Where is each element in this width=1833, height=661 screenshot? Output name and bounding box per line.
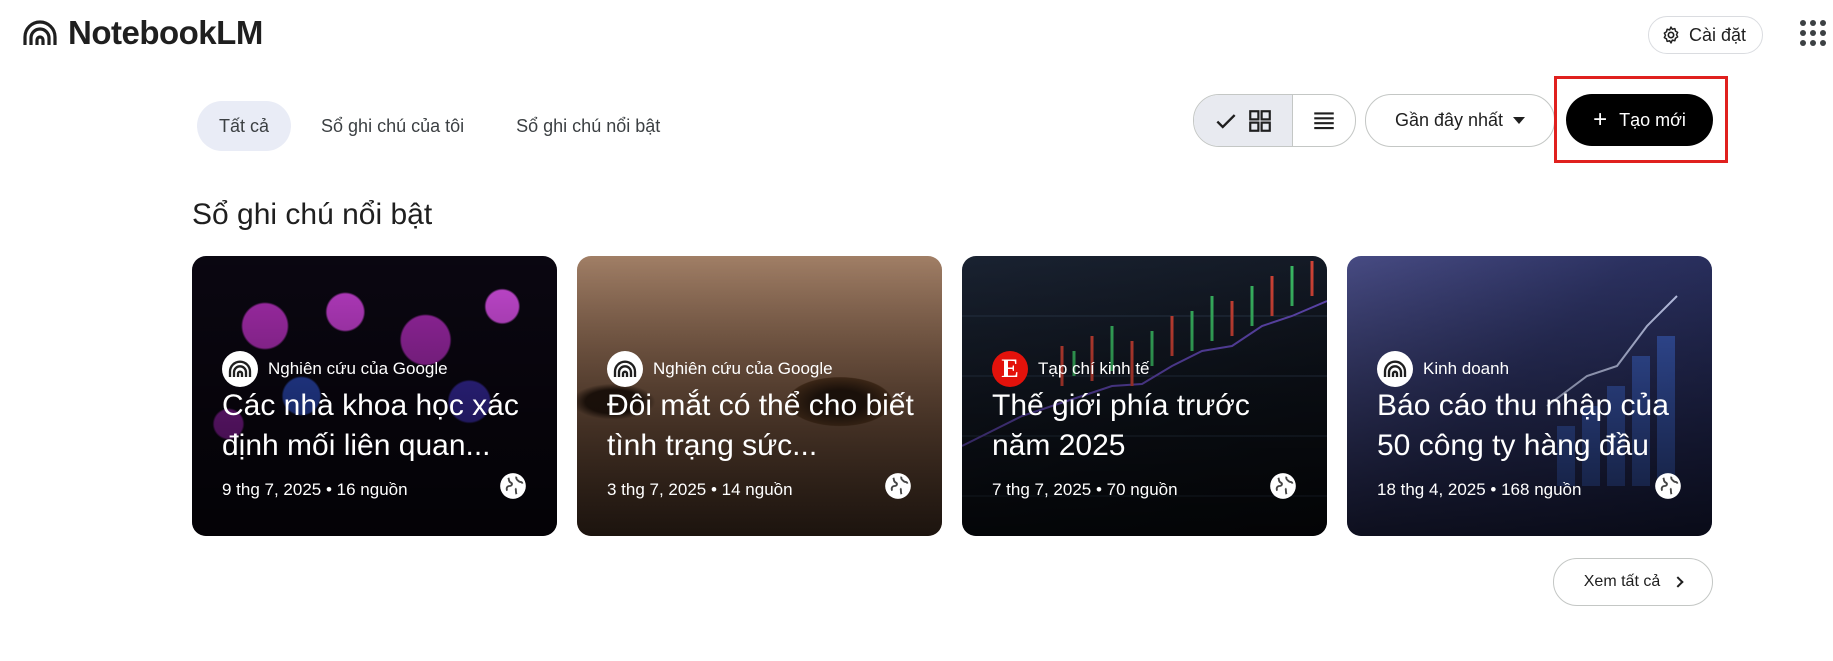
card-title: Đôi mắt có thể cho biết tình trạng sức..… — [607, 389, 914, 462]
chevron-right-icon — [1672, 576, 1684, 588]
notebook-card[interactable]: Nghiên cứu của Google Đôi mắt có thể cho… — [577, 256, 942, 536]
source-avatar: E — [992, 351, 1028, 387]
source-name: Nghiên cứu của Google — [268, 359, 448, 378]
tab-my-notebooks[interactable]: Sổ ghi chú của tôi — [299, 101, 486, 151]
settings-label: Cài đặt — [1689, 24, 1747, 45]
notebook-card[interactable]: E Tạp chí kinh tế Thế giới phía trước nă… — [962, 256, 1327, 536]
card-title: Thế giới phía trước năm 2025 — [992, 389, 1250, 462]
globe-icon — [885, 473, 911, 499]
notebooklm-logo-icon — [23, 20, 57, 45]
create-label: Tạo mới — [1619, 109, 1686, 130]
list-icon — [1314, 111, 1334, 129]
app-title: NotebookLM — [68, 14, 263, 51]
card-title: Các nhà khoa học xác định mối liên quan.… — [222, 389, 519, 462]
sort-label: Gần đây nhất — [1394, 110, 1504, 130]
grid-icon — [1249, 109, 1272, 132]
notebook-card[interactable]: Kinh doanh Báo cáo thu nhập của 50 công … — [1347, 256, 1712, 536]
globe-icon — [500, 473, 526, 499]
sort-dropdown[interactable]: Gần đây nhất — [1365, 94, 1555, 147]
source-name: Tạp chí kinh tế — [1038, 359, 1150, 378]
source-avatar — [1377, 351, 1413, 387]
notebooklm-logo-icon — [1383, 360, 1407, 377]
apps-grid-icon[interactable] — [1800, 20, 1826, 46]
card-meta: 9 thg 7, 2025 • 16 nguồn — [222, 480, 408, 499]
tab-all[interactable]: Tất cả — [197, 101, 292, 151]
card-source: Nghiên cứu của Google — [607, 351, 833, 387]
card-meta: 3 thg 7, 2025 • 14 nguồn — [607, 480, 793, 499]
card-meta: 18 thg 4, 2025 • 168 nguồn — [1377, 480, 1582, 499]
source-name: Nghiên cứu của Google — [653, 359, 833, 378]
card-meta: 7 thg 7, 2025 • 70 nguồn — [992, 480, 1178, 499]
settings-button[interactable]: Cài đặt — [1648, 16, 1764, 54]
view-toggle — [1193, 94, 1356, 147]
card-source: E Tạp chí kinh tế — [992, 351, 1150, 387]
tab-featured-notebooks[interactable]: Sổ ghi chú nổi bật — [494, 101, 682, 151]
create-new-button[interactable]: + Tạo mới — [1566, 94, 1713, 146]
see-all-label: Xem tất cả — [1583, 573, 1661, 590]
source-name: Kinh doanh — [1423, 359, 1510, 378]
notebooklm-logo-icon — [613, 360, 637, 377]
grid-view-button[interactable] — [1194, 95, 1294, 146]
globe-icon — [1655, 473, 1681, 499]
source-avatar — [222, 351, 258, 387]
card-source: Nghiên cứu của Google — [222, 351, 448, 387]
notebook-card[interactable]: Nghiên cứu của Google Các nhà khoa học x… — [192, 256, 557, 536]
notebooklm-logo-icon — [228, 360, 252, 377]
card-source: Kinh doanh — [1377, 351, 1509, 387]
top-header: NotebookLM Cài đặt — [0, 0, 1833, 70]
list-view-button[interactable] — [1293, 95, 1355, 146]
plus-icon: + — [1593, 106, 1608, 133]
featured-cards: Nghiên cứu của Google Các nhà khoa học x… — [192, 256, 1712, 536]
card-title: Báo cáo thu nhập của 50 công ty hàng đầu — [1377, 389, 1669, 462]
app-logo[interactable]: NotebookLM — [22, 14, 263, 52]
caret-down-icon — [1513, 117, 1526, 124]
see-all-button[interactable]: Xem tất cả — [1553, 558, 1713, 606]
section-title: Sổ ghi chú nổi bật — [192, 198, 433, 231]
filter-tabs: Tất cả Sổ ghi chú của tôi Sổ ghi chú nổi… — [197, 101, 682, 151]
gear-icon — [1663, 26, 1679, 44]
source-avatar — [607, 351, 643, 387]
check-icon — [1216, 113, 1236, 129]
globe-icon — [1270, 473, 1296, 499]
